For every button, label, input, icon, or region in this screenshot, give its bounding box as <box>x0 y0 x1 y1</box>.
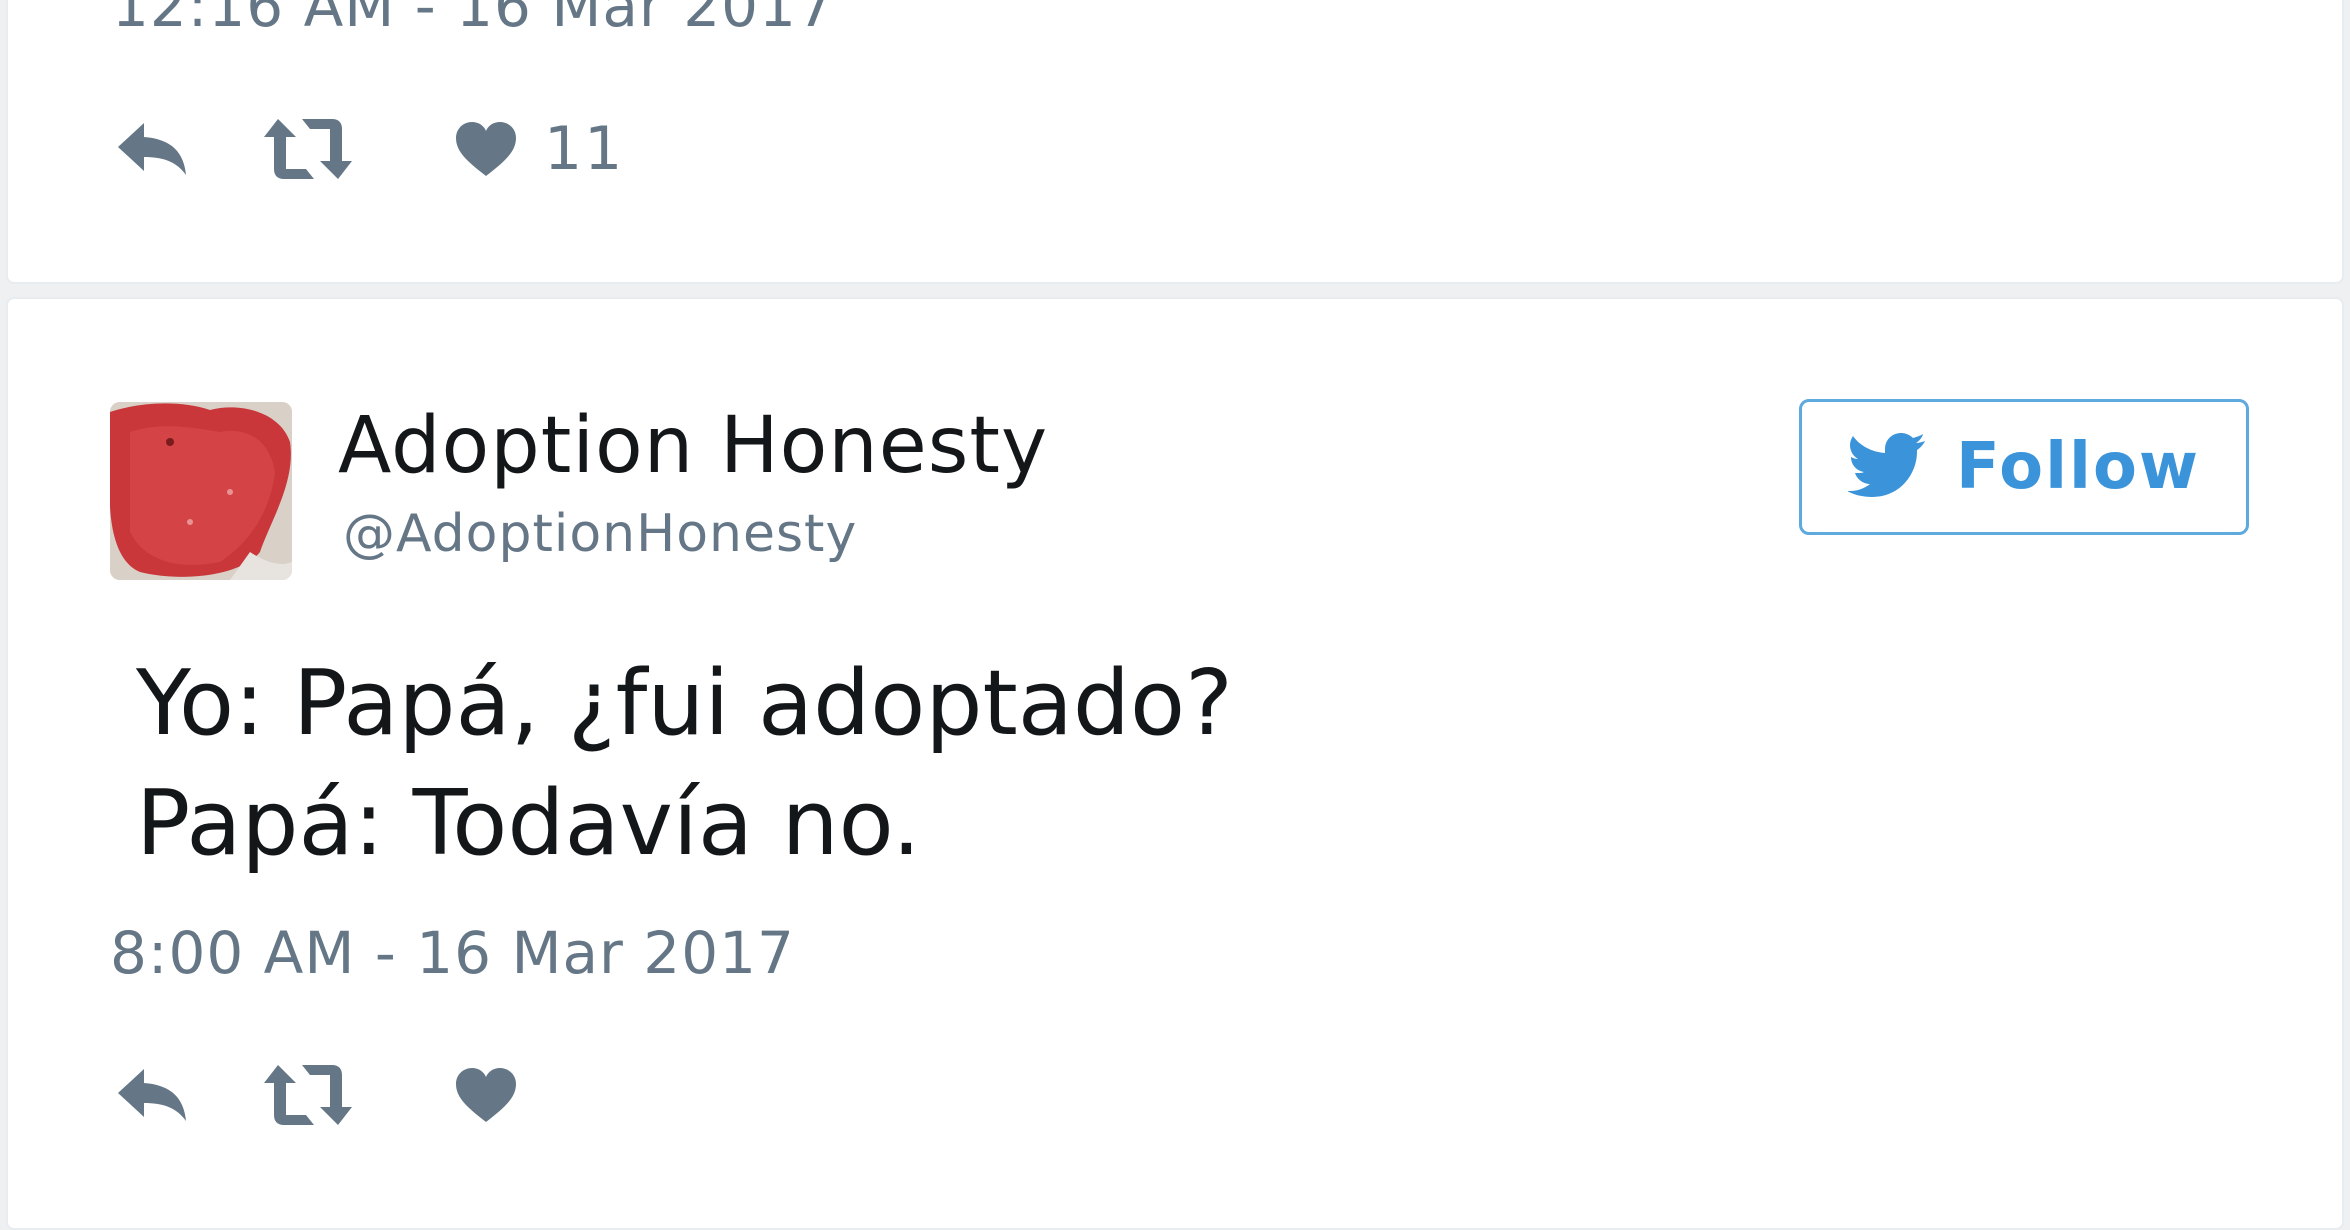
retweet-icon <box>262 1063 354 1127</box>
tweet-actions <box>114 1055 518 1135</box>
retweet-button[interactable] <box>262 1063 354 1127</box>
previous-tweet-timestamp[interactable]: 12:16 AM - 16 Mar 2017 <box>112 0 835 40</box>
tweet-timestamp[interactable]: 8:00 AM - 16 Mar 2017 <box>110 919 795 987</box>
like-count: 11 <box>544 114 625 184</box>
tweet-card: Adoption Honesty @AdoptionHonesty Follow… <box>6 297 2344 1230</box>
page: 12:16 AM - 16 Mar 2017 11 Adoption Hones… <box>0 0 2350 1230</box>
tweet-text-line-2: Papá: Todavía no. <box>136 771 921 876</box>
follow-label: Follow <box>1955 430 2201 504</box>
like-button[interactable] <box>454 1066 518 1124</box>
twitter-bird-icon <box>1846 433 1926 501</box>
retweet-icon <box>262 117 354 181</box>
author-name[interactable]: Adoption Honesty <box>338 401 1048 491</box>
previous-tweet-actions: 11 <box>114 109 624 189</box>
heart-icon <box>454 120 518 178</box>
like-button[interactable]: 11 <box>454 114 624 184</box>
reply-icon <box>114 1065 190 1125</box>
previous-tweet-card: 12:16 AM - 16 Mar 2017 11 <box>6 0 2344 284</box>
heart-icon <box>454 1066 518 1124</box>
author-handle[interactable]: @AdoptionHonesty <box>343 504 857 564</box>
reply-icon <box>114 119 190 179</box>
tweet-text: Yo: Papá, ¿fui adoptado? Papá: Todavía no… <box>136 644 1233 884</box>
follow-button[interactable]: Follow <box>1799 399 2249 535</box>
reply-button[interactable] <box>114 1065 190 1125</box>
avatar[interactable] <box>110 402 292 580</box>
reply-button[interactable] <box>114 119 190 179</box>
retweet-button[interactable] <box>262 117 354 181</box>
tweet-text-line-1: Yo: Papá, ¿fui adoptado? <box>136 651 1233 756</box>
